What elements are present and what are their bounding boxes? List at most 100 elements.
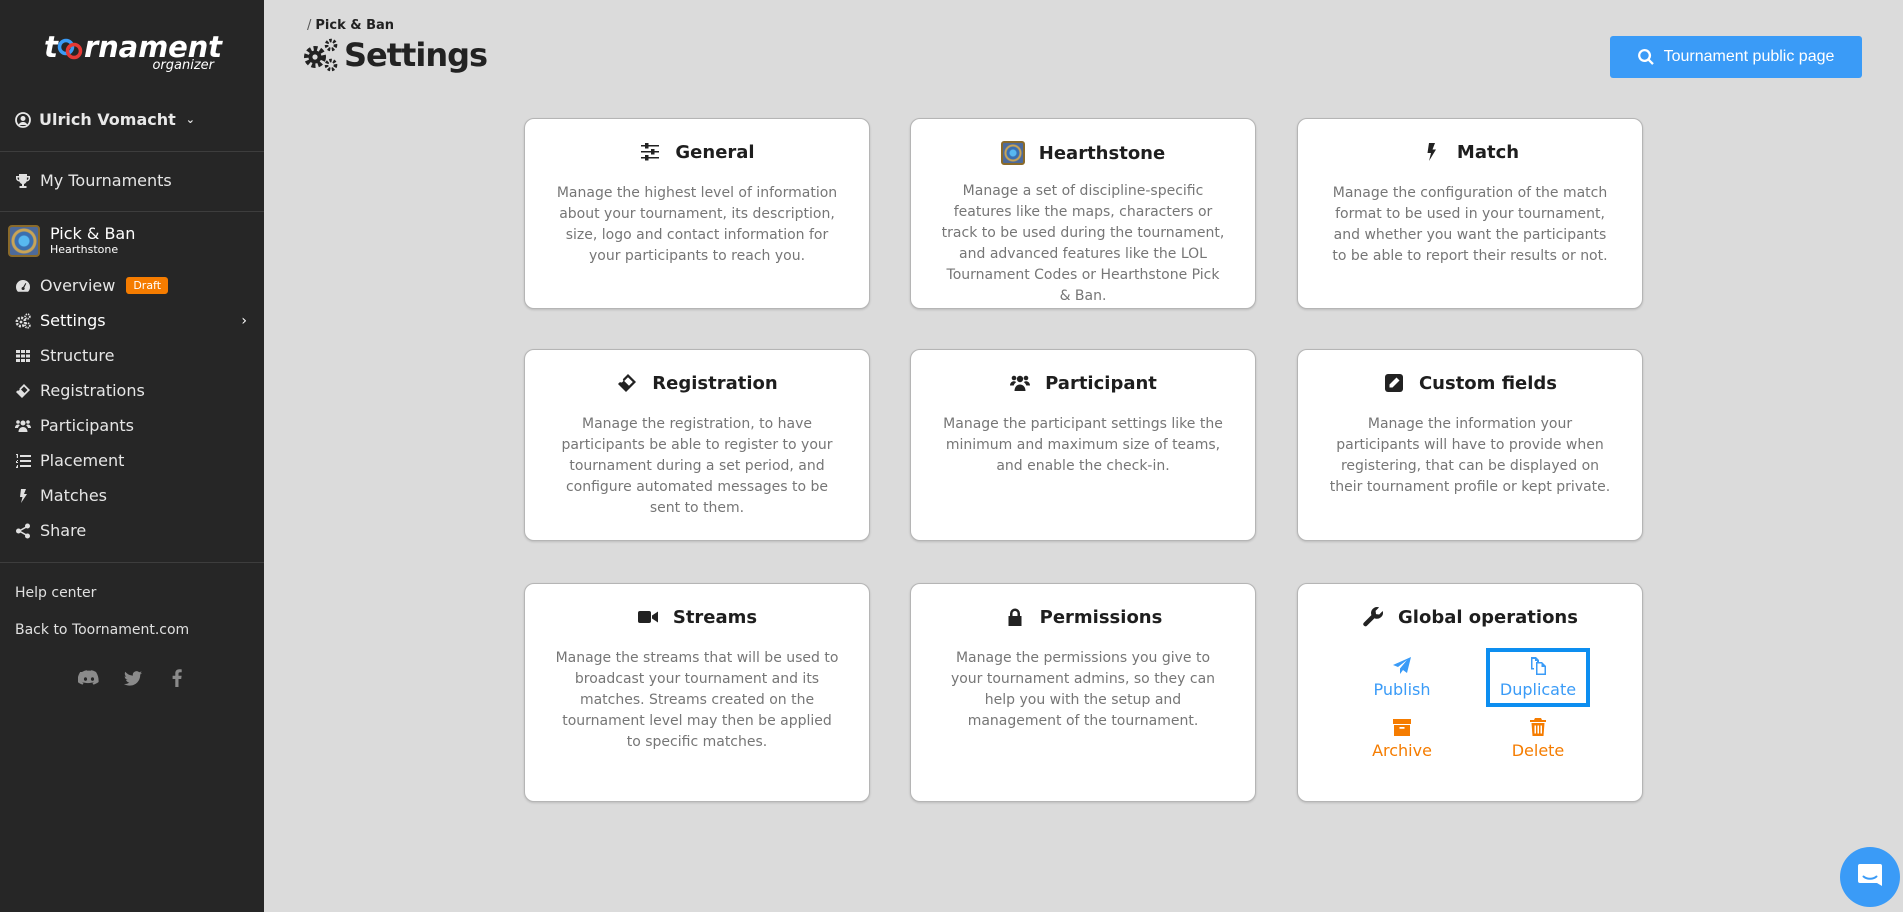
discord-icon[interactable] — [78, 668, 100, 688]
global-operations-actions: Publish Duplicate Archive Delete — [1334, 648, 1606, 766]
card-description: Manage the configuration of the match fo… — [1332, 185, 1608, 264]
breadcrumb-item[interactable]: Pick & Ban — [315, 18, 394, 33]
card-description: Manage the participant settings like the… — [943, 416, 1223, 474]
settings-card-registration[interactable]: Registration Manage the registration, to… — [524, 349, 870, 541]
publish-button[interactable]: Publish — [1334, 650, 1470, 705]
tournament-name: Pick & Ban — [50, 224, 136, 243]
paper-plane-icon — [1393, 657, 1411, 674]
card-title: Hearthstone — [1038, 142, 1166, 164]
sidebar-item-overview[interactable]: Overview Draft — [15, 276, 255, 295]
cogs-icon — [304, 38, 338, 72]
settings-card-participant[interactable]: Participant Manage the participant setti… — [910, 349, 1256, 541]
video-camera-icon — [637, 606, 659, 628]
current-tournament[interactable]: Pick & Ban Hearthstone — [8, 225, 135, 257]
settings-card-general[interactable]: General Manage the highest level of info… — [524, 118, 870, 309]
card-title: Global operations — [1398, 606, 1578, 628]
card-title: Registration — [652, 372, 778, 394]
breadcrumb: / Pick & Ban — [307, 18, 394, 33]
settings-card-custom-fields[interactable]: Custom fields Manage the information you… — [1297, 349, 1643, 541]
action-label: Publish — [1373, 680, 1431, 699]
sidebar-item-matches[interactable]: Matches — [15, 486, 255, 505]
card-description: Manage the highest level of information … — [556, 185, 838, 264]
trophy-icon — [15, 173, 31, 189]
tournament-discipline: Hearthstone — [50, 243, 119, 256]
card-title: Permissions — [1039, 606, 1163, 628]
button-label: Tournament public page — [1663, 48, 1835, 65]
duplicate-button[interactable]: Duplicate — [1486, 648, 1590, 707]
sidebar-item-structure[interactable]: Structure — [15, 346, 255, 365]
user-menu[interactable]: Ulrich Vomacht ⌄ — [15, 110, 195, 129]
sidebar: toornament t rnament organizer Ulrich Vo… — [0, 0, 264, 912]
status-badge: Draft — [126, 277, 169, 294]
sidebar-item-placement[interactable]: Placement — [15, 451, 255, 470]
card-title: Match — [1456, 141, 1520, 163]
facebook-icon[interactable] — [166, 668, 188, 688]
sidebar-item-registrations[interactable]: Registrations — [15, 381, 255, 400]
nav-label: Participants — [40, 416, 134, 435]
ticket-icon — [616, 372, 638, 394]
card-description: Manage the registration, to have partici… — [561, 416, 833, 516]
card-description: Manage a set of discipline-specific feat… — [941, 183, 1225, 304]
copy-icon — [1531, 657, 1546, 675]
page-title: Settings — [302, 36, 488, 74]
users-icon — [15, 418, 31, 434]
card-description: Manage the permissions you give to your … — [950, 650, 1216, 729]
settings-card-permissions[interactable]: Permissions Manage the permissions you g… — [910, 583, 1256, 802]
action-label: Duplicate — [1499, 680, 1577, 699]
sliders-icon — [639, 141, 661, 163]
tournament-public-page-button[interactable]: Tournament public page — [1610, 36, 1862, 78]
dashboard-icon — [15, 278, 31, 294]
settings-card-match[interactable]: Match Manage the configuration of the ma… — [1297, 118, 1643, 309]
archive-button[interactable]: Archive — [1334, 711, 1470, 766]
twitter-icon[interactable] — [122, 668, 144, 688]
wrench-icon — [1362, 606, 1384, 628]
edit-icon — [1383, 372, 1405, 394]
trash-icon — [1530, 718, 1546, 736]
bolt-icon — [1421, 141, 1443, 163]
card-description: Manage the information your participants… — [1329, 416, 1611, 495]
delete-button[interactable]: Delete — [1470, 711, 1606, 766]
page-title-text: Settings — [344, 36, 488, 74]
users-icon — [1009, 372, 1031, 394]
hearthstone-logo-icon — [8, 225, 40, 257]
nav-label: My Tournaments — [40, 171, 172, 190]
sidebar-item-share[interactable]: Share — [15, 521, 255, 540]
nav-label: Registrations — [40, 381, 145, 400]
card-title: Participant — [1045, 372, 1157, 394]
card-title: Streams — [672, 606, 758, 628]
settings-card-global-operations: Global operations Publish Duplicate Arch… — [1297, 583, 1643, 802]
card-title: Custom fields — [1418, 372, 1558, 394]
sidebar-item-settings[interactable]: Settings › — [15, 311, 255, 330]
nav-label: Matches — [40, 486, 107, 505]
bolt-icon — [15, 488, 31, 504]
nav-label: Overview — [40, 276, 116, 295]
divider — [0, 211, 264, 212]
hearthstone-logo-icon — [1000, 141, 1025, 165]
action-label: Archive — [1372, 741, 1432, 760]
chevron-down-icon: ⌄ — [185, 113, 196, 126]
chat-bubble-icon — [1858, 864, 1882, 886]
logo-subtitle: organizer — [152, 58, 214, 73]
search-icon — [1637, 49, 1654, 65]
help-center-link[interactable]: Help center — [15, 585, 96, 601]
cogs-icon — [15, 312, 31, 329]
nav-label: Placement — [40, 451, 125, 470]
sidebar-item-participants[interactable]: Participants — [15, 416, 255, 435]
settings-card-streams[interactable]: Streams Manage the streams that will be … — [524, 583, 870, 802]
user-circle-icon — [15, 111, 31, 128]
ticket-icon — [15, 383, 31, 399]
ordered-list-icon — [15, 453, 31, 469]
svg-text:t: t — [44, 30, 59, 64]
action-label: Delete — [1511, 741, 1565, 760]
app-logo[interactable]: toornament t rnament organizer — [44, 28, 224, 78]
back-to-site-link[interactable]: Back to Toornament.com — [15, 622, 189, 638]
nav-label: Structure — [40, 346, 115, 365]
chevron-right-icon: › — [241, 312, 247, 329]
nav-label: Share — [40, 521, 87, 540]
chat-widget-button[interactable] — [1840, 847, 1900, 907]
settings-card-hearthstone[interactable]: Hearthstone Manage a set of discipline-s… — [910, 118, 1256, 309]
breadcrumb-separator: / — [307, 18, 312, 33]
grid-icon — [15, 348, 31, 364]
sidebar-item-my-tournaments[interactable]: My Tournaments — [15, 171, 255, 190]
divider — [0, 562, 264, 563]
